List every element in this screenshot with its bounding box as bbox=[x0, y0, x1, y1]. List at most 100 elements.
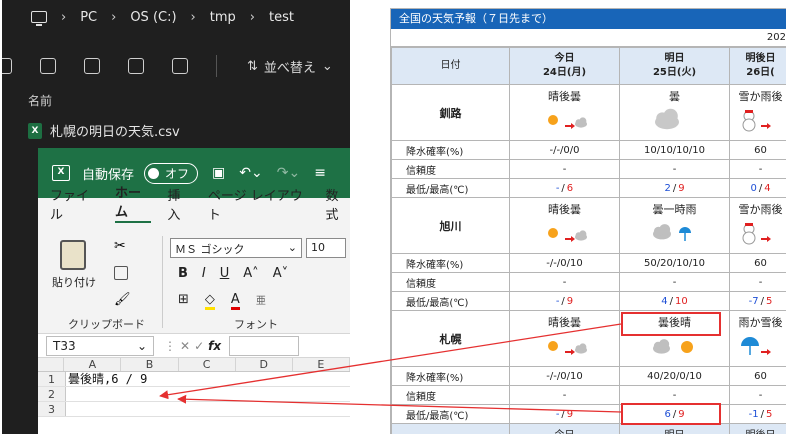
format-painter-icon[interactable]: 🖌 bbox=[114, 292, 131, 307]
reliability-value: - bbox=[619, 272, 730, 292]
chevron-down-icon: ⌄ bbox=[136, 338, 147, 353]
row-header[interactable]: 1 bbox=[38, 372, 66, 386]
reliability-row: 信頼度 - - - bbox=[391, 385, 786, 405]
column-header-c[interactable]: C bbox=[179, 358, 236, 371]
tab-page-layout[interactable]: ページ レイアウト bbox=[208, 185, 310, 223]
column-header-a[interactable]: A bbox=[64, 358, 122, 371]
city-name: 札幌 bbox=[391, 310, 510, 367]
breadcrumb-item[interactable]: test bbox=[269, 10, 294, 25]
cancel-icon[interactable]: ✕ bbox=[180, 339, 194, 353]
save-icon[interactable]: ▣ bbox=[212, 165, 225, 181]
phonetic-icon[interactable]: 亜 bbox=[256, 292, 266, 310]
rename-icon[interactable] bbox=[84, 58, 100, 74]
row-label-reliability: 信頼度 bbox=[391, 385, 510, 405]
weather-text: 晴後曇 bbox=[548, 90, 581, 103]
column-header-name[interactable]: 名前 bbox=[28, 92, 52, 109]
font-color-icon[interactable]: A bbox=[230, 292, 240, 310]
column-header-d[interactable]: D bbox=[236, 358, 293, 371]
temp-max: 10 bbox=[675, 295, 688, 307]
highlight-weather-box bbox=[621, 312, 721, 336]
file-name: 札幌の明日の天気.csv bbox=[50, 125, 180, 140]
sort-arrows-icon: ⇅ bbox=[247, 58, 258, 74]
underline-icon[interactable]: U bbox=[220, 266, 230, 281]
reliability-value: - bbox=[729, 272, 786, 292]
temps-value: -/6 bbox=[509, 178, 620, 198]
reliability-value: - bbox=[619, 385, 730, 405]
font-color-row: ⊞ ◇ A 亜 bbox=[178, 292, 266, 310]
font-size-value: 10 bbox=[311, 241, 325, 254]
breadcrumb-item[interactable]: PC bbox=[80, 10, 97, 25]
temp-min: 4 bbox=[661, 295, 668, 307]
font-size-select[interactable]: 10 bbox=[306, 238, 346, 258]
tab-formulas[interactable]: 数式 bbox=[325, 185, 350, 223]
sun-cloud-weather-icon bbox=[547, 115, 587, 129]
temps-value: -1/5 bbox=[729, 404, 786, 424]
temp-max: 9 bbox=[566, 408, 574, 420]
day-header: 今日 24日(月) bbox=[509, 47, 620, 85]
row-header[interactable]: 2 bbox=[38, 387, 66, 401]
temps-value: 2/9 bbox=[619, 178, 730, 198]
day-line1: 明日 bbox=[664, 53, 685, 64]
more-icon[interactable]: ⋮ bbox=[164, 339, 180, 353]
temps-value: -7/5 bbox=[729, 291, 786, 311]
autosave-toggle[interactable]: オフ bbox=[144, 162, 199, 184]
temp-max: 9 bbox=[678, 182, 685, 194]
precip-value: -/-/0/10 bbox=[509, 366, 620, 386]
cloud-rain-weather-icon bbox=[652, 224, 691, 241]
next-day-header: 今日 bbox=[509, 423, 620, 434]
fx-label[interactable]: fx bbox=[208, 339, 221, 353]
breadcrumb-item[interactable]: tmp bbox=[210, 10, 236, 25]
day-header: 明後日 26日( bbox=[729, 47, 786, 85]
weather-row: 釧路 晴後曇 曇 雪か雨後 bbox=[391, 84, 786, 141]
sun-cloud-weather-icon bbox=[547, 341, 587, 355]
border-icon[interactable]: ⊞ bbox=[178, 292, 189, 310]
temp-separator: / bbox=[669, 295, 673, 307]
year-fragment: 202 bbox=[391, 29, 786, 47]
file-list-item[interactable]: X 札幌の明日の天気.csv bbox=[28, 121, 180, 140]
copy-icon[interactable] bbox=[114, 266, 128, 280]
weather-text: 雪か雨後 bbox=[738, 203, 783, 216]
tab-home[interactable]: ホーム bbox=[115, 182, 152, 223]
copy-icon[interactable] bbox=[2, 58, 12, 74]
row-header[interactable]: 3 bbox=[38, 402, 66, 416]
cut-icon[interactable]: ✂ bbox=[114, 238, 128, 254]
weather-text: 雪か雨後 bbox=[738, 90, 783, 103]
undo-icon[interactable]: ↶⌄ bbox=[239, 165, 262, 181]
formula-input[interactable] bbox=[229, 335, 300, 356]
cell-a2[interactable] bbox=[66, 387, 350, 401]
temp-min: 2 bbox=[664, 182, 671, 194]
temps-value: 4/10 bbox=[619, 291, 730, 311]
redo-icon[interactable]: ↷⌄ bbox=[277, 165, 300, 181]
chevron-right-icon: › bbox=[190, 9, 196, 25]
italic-icon[interactable]: I bbox=[202, 266, 206, 281]
temps-value: -/9 bbox=[509, 291, 620, 311]
precip-value: 60 bbox=[729, 140, 786, 160]
select-all-corner[interactable] bbox=[38, 358, 65, 371]
paste-icon[interactable] bbox=[40, 58, 56, 74]
name-box[interactable]: T33 ⌄ bbox=[46, 335, 154, 356]
trash-icon[interactable] bbox=[172, 58, 188, 74]
address-bar[interactable]: › PC › OS (C:) › tmp › test bbox=[2, 0, 350, 34]
date-label: 日付 bbox=[391, 47, 510, 85]
share-icon[interactable] bbox=[128, 58, 144, 74]
customize-toolbar-icon[interactable]: ≡ bbox=[314, 165, 326, 181]
column-headers: A B C D E bbox=[38, 358, 350, 372]
decrease-font-icon[interactable]: A˅ bbox=[273, 266, 288, 281]
enter-icon[interactable]: ✓ bbox=[194, 339, 208, 353]
fill-color-icon[interactable]: ◇ bbox=[204, 292, 215, 310]
breadcrumb-item[interactable]: OS (C:) bbox=[130, 10, 176, 25]
precip-value: 60 bbox=[729, 366, 786, 386]
sort-button[interactable]: ⇅ 並べ替え ⌄ bbox=[247, 57, 333, 76]
column-header-e[interactable]: E bbox=[293, 358, 350, 371]
column-header-b[interactable]: B bbox=[121, 358, 179, 371]
tab-file[interactable]: ファイル bbox=[50, 185, 99, 223]
cell-a1[interactable]: 曇後晴,6 / 9 bbox=[66, 372, 350, 386]
paste-button-label[interactable]: 貼り付け bbox=[52, 274, 96, 290]
font-name-select[interactable]: ＭＳ ゴシック ⌄ bbox=[170, 238, 302, 258]
bold-icon[interactable]: B bbox=[178, 266, 188, 281]
increase-font-icon[interactable]: A˄ bbox=[243, 266, 258, 281]
paste-icon[interactable] bbox=[60, 240, 86, 270]
cell-a3[interactable] bbox=[66, 402, 350, 416]
day-line2: 26日( bbox=[746, 67, 775, 78]
tab-insert[interactable]: 挿入 bbox=[167, 185, 192, 223]
